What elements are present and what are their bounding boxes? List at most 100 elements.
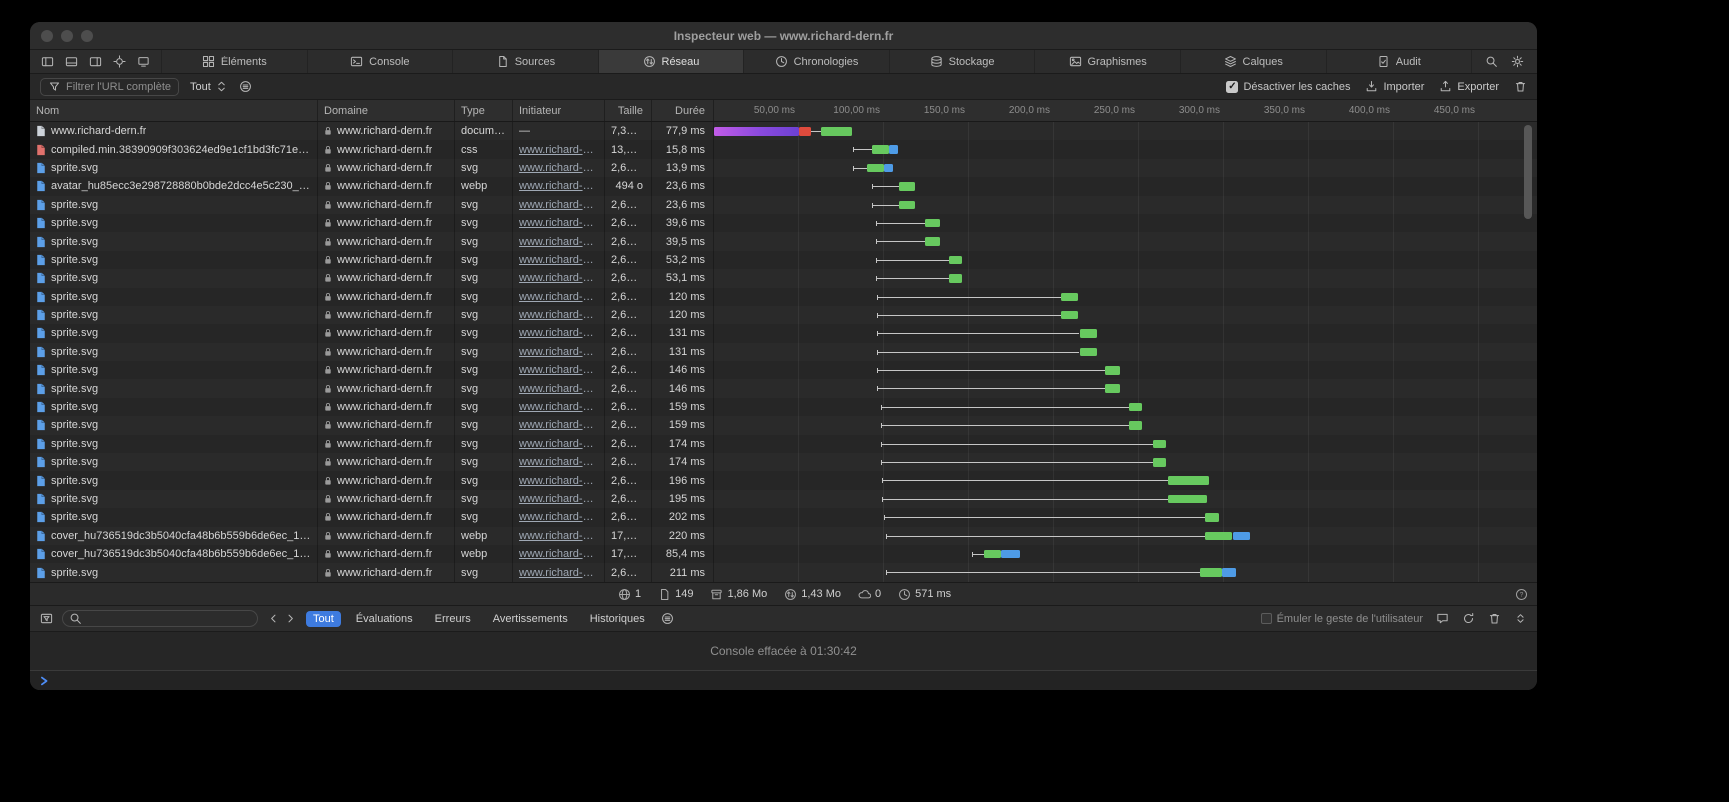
request-initiator[interactable]: www.richard-d… xyxy=(519,383,598,395)
titlebar[interactable]: Inspecteur web — www.richard-dern.fr xyxy=(30,22,1537,50)
tab-audit[interactable]: Audit xyxy=(1326,50,1472,73)
console-scope-avertissements[interactable]: Avertissements xyxy=(486,611,575,627)
request-initiator[interactable]: www.richard-d… xyxy=(519,419,598,431)
network-request-row[interactable]: sprite.svgwww.richard-dern.frsvgwww.rich… xyxy=(30,471,1537,489)
request-initiator[interactable]: www.richard-d… xyxy=(519,272,598,284)
network-request-row[interactable]: sprite.svgwww.richard-dern.frsvgwww.rich… xyxy=(30,343,1537,361)
request-initiator[interactable]: www.richard-d… xyxy=(519,493,598,505)
request-initiator[interactable]: www.richard-d… xyxy=(519,144,598,156)
request-initiator[interactable]: www.richard-d… xyxy=(519,548,598,560)
network-request-row[interactable]: sprite.svgwww.richard-dern.frsvgwww.rich… xyxy=(30,435,1537,453)
network-request-row[interactable]: sprite.svgwww.richard-dern.frsvgwww.rich… xyxy=(30,288,1537,306)
console-filter-icon[interactable] xyxy=(40,612,53,625)
request-initiator[interactable]: www.richard-d… xyxy=(519,530,598,542)
network-request-row[interactable]: compiled.min.38390909f303624ed9e1cf1bd3f… xyxy=(30,140,1537,158)
network-request-row[interactable]: sprite.svgwww.richard-dern.frsvgwww.rich… xyxy=(30,563,1537,581)
element-selector-icon[interactable] xyxy=(113,55,126,68)
network-request-row[interactable]: sprite.svgwww.richard-dern.frsvgwww.rich… xyxy=(30,251,1537,269)
request-initiator[interactable]: www.richard-d… xyxy=(519,511,598,523)
network-request-row[interactable]: sprite.svgwww.richard-dern.frsvgwww.rich… xyxy=(30,324,1537,342)
console-scope-evaluations[interactable]: Évaluations xyxy=(349,611,420,627)
network-request-row[interactable]: sprite.svgwww.richard-dern.frsvgwww.rich… xyxy=(30,306,1537,324)
import-button[interactable]: Importer xyxy=(1365,80,1424,93)
column-header-type[interactable]: Type xyxy=(455,100,513,121)
console-scope-tout[interactable]: Tout xyxy=(306,611,341,627)
trash-icon[interactable] xyxy=(1488,612,1501,625)
network-request-row[interactable]: sprite.svgwww.richard-dern.frsvgwww.rich… xyxy=(30,379,1537,397)
zoom-window-button[interactable] xyxy=(81,30,93,42)
request-initiator[interactable]: www.richard-d… xyxy=(519,346,598,358)
network-request-row[interactable]: sprite.svgwww.richard-dern.frsvgwww.rich… xyxy=(30,490,1537,508)
request-initiator[interactable]: www.richard-d… xyxy=(519,199,598,211)
console-scope-historiques[interactable]: Historiques xyxy=(583,611,652,627)
request-initiator[interactable]: www.richard-d… xyxy=(519,456,598,468)
network-request-row[interactable]: sprite.svgwww.richard-dern.frsvgwww.rich… xyxy=(30,361,1537,379)
network-table-scrollbar[interactable] xyxy=(1524,125,1532,219)
request-initiator[interactable]: www.richard-d… xyxy=(519,180,598,192)
tab-elements[interactable]: Éléments xyxy=(161,50,307,73)
network-request-row[interactable]: sprite.svgwww.richard-dern.frsvgwww.rich… xyxy=(30,196,1537,214)
tab-stockage[interactable]: Stockage xyxy=(889,50,1035,73)
request-initiator[interactable]: www.richard-d… xyxy=(519,291,598,303)
network-request-row[interactable]: sprite.svgwww.richard-dern.frsvgwww.rich… xyxy=(30,159,1537,177)
panel-bottom-icon[interactable] xyxy=(65,55,78,68)
request-initiator[interactable]: www.richard-d… xyxy=(519,162,598,174)
column-header-duree[interactable]: Durée xyxy=(652,100,714,121)
minimize-window-button[interactable] xyxy=(61,30,73,42)
request-initiator[interactable]: www.richard-d… xyxy=(519,438,598,450)
network-request-row[interactable]: sprite.svgwww.richard-dern.frsvgwww.rich… xyxy=(30,508,1537,526)
column-header-initiateur[interactable]: Initiateur xyxy=(513,100,605,121)
next-result-icon[interactable] xyxy=(284,612,297,625)
tab-console[interactable]: Console xyxy=(307,50,453,73)
device-icon[interactable] xyxy=(137,55,150,68)
gear-icon[interactable] xyxy=(1511,55,1524,68)
help-icon[interactable]: ? xyxy=(1515,588,1528,601)
request-initiator[interactable]: www.richard-d… xyxy=(519,364,598,376)
request-initiator[interactable]: www.richard-d… xyxy=(519,254,598,266)
close-window-button[interactable] xyxy=(41,30,53,42)
console-prompt[interactable] xyxy=(30,670,1537,690)
network-request-row[interactable]: sprite.svgwww.richard-dern.frsvgwww.rich… xyxy=(30,453,1537,471)
request-initiator[interactable]: www.richard-d… xyxy=(519,327,598,339)
request-initiator[interactable]: www.richard-d… xyxy=(519,401,598,413)
network-request-row[interactable]: sprite.svgwww.richard-dern.frsvgwww.rich… xyxy=(30,269,1537,287)
expand-panel-icon[interactable] xyxy=(1514,612,1527,625)
console-scope-erreurs[interactable]: Erreurs xyxy=(428,611,478,627)
filter-options-icon[interactable] xyxy=(239,80,252,93)
console-options-icon[interactable] xyxy=(661,612,674,625)
network-request-row[interactable]: sprite.svgwww.richard-dern.frsvgwww.rich… xyxy=(30,214,1537,232)
request-initiator[interactable]: www.richard-d… xyxy=(519,567,598,579)
panel-right-icon[interactable] xyxy=(89,55,102,68)
previous-result-icon[interactable] xyxy=(267,612,280,625)
tab-chronologies[interactable]: Chronologies xyxy=(743,50,889,73)
resource-type-select[interactable]: Tout xyxy=(190,80,228,93)
column-header-nom[interactable]: Nom xyxy=(30,100,318,121)
export-button[interactable]: Exporter xyxy=(1439,80,1499,93)
network-request-row[interactable]: cover_hu736519dc3b5040cfa48b6b559b6de6ec… xyxy=(30,527,1537,545)
refresh-icon[interactable] xyxy=(1462,612,1475,625)
panel-left-icon[interactable] xyxy=(41,55,54,68)
column-header-domaine[interactable]: Domaine xyxy=(318,100,455,121)
console-search-input[interactable] xyxy=(62,610,258,627)
network-request-row[interactable]: avatar_hu85ecc3e298728880b0bde2dcc4e5c23… xyxy=(30,177,1537,195)
disable-caches-checkbox[interactable]: Désactiver les caches xyxy=(1226,81,1350,93)
tab-graphismes[interactable]: Graphismes xyxy=(1034,50,1180,73)
tab-calques[interactable]: Calques xyxy=(1180,50,1326,73)
column-header-taille[interactable]: Taille xyxy=(605,100,652,121)
url-filter-field[interactable]: Filtrer l'URL complète xyxy=(40,78,179,96)
network-request-row[interactable]: www.richard-dern.frwww.richard-dern.frdo… xyxy=(30,122,1537,140)
request-initiator[interactable]: www.richard-d… xyxy=(519,475,598,487)
search-icon[interactable] xyxy=(1485,55,1498,68)
request-initiator[interactable]: www.richard-d… xyxy=(519,309,598,321)
emulate-user-gesture-checkbox[interactable]: Émuler le geste de l'utilisateur xyxy=(1261,613,1423,625)
network-request-row[interactable]: sprite.svgwww.richard-dern.frsvgwww.rich… xyxy=(30,416,1537,434)
network-request-row[interactable]: sprite.svgwww.richard-dern.frsvgwww.rich… xyxy=(30,232,1537,250)
message-bubble-icon[interactable] xyxy=(1436,612,1449,625)
tab-reseau[interactable]: Réseau xyxy=(598,50,744,73)
request-initiator[interactable]: www.richard-d… xyxy=(519,236,598,248)
tab-sources[interactable]: Sources xyxy=(452,50,598,73)
clear-network-trash-icon[interactable] xyxy=(1514,80,1527,93)
network-request-row[interactable]: cover_hu736519dc3b5040cfa48b6b559b6de6ec… xyxy=(30,545,1537,563)
request-initiator[interactable]: www.richard-d… xyxy=(519,217,598,229)
network-request-row[interactable]: sprite.svgwww.richard-dern.frsvgwww.rich… xyxy=(30,398,1537,416)
